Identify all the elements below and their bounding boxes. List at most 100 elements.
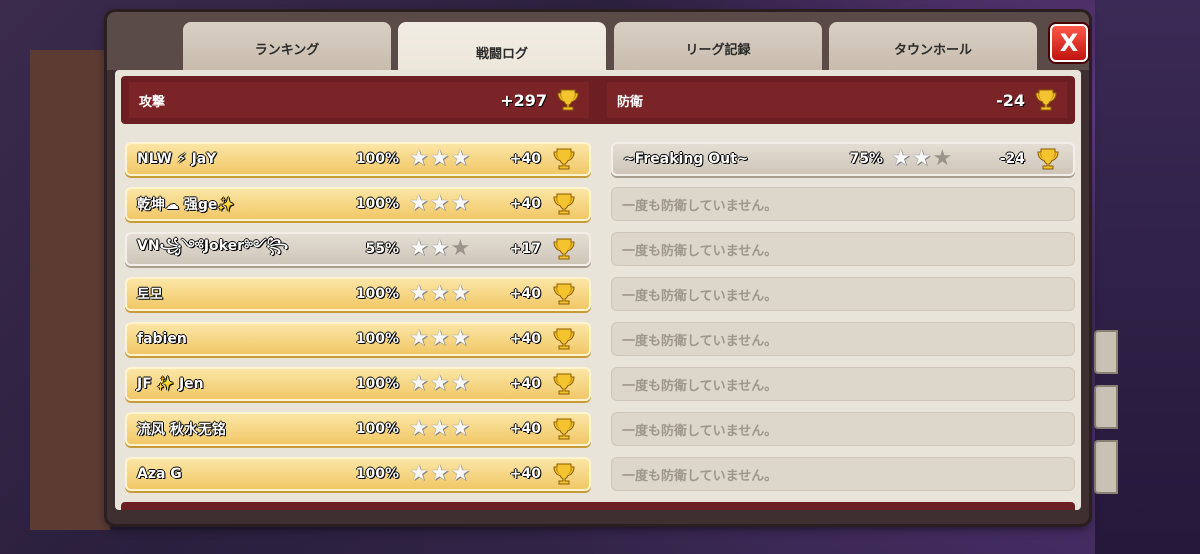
battle-log-content: 攻撃 +297 防衛 -24 NLW ⚡ JaY 100% ★ ★ ★ +40 乾坤☁ 强g… (115, 70, 1081, 510)
star-icon: ★ (409, 191, 429, 216)
defense-summary: 防衛 -24 (607, 82, 1067, 118)
star-icon: ★ (409, 371, 429, 396)
attack-row[interactable]: 流风 秋水无铭 100% ★ ★ ★ +40 (125, 412, 591, 446)
attack-row[interactable]: VN꧁༺Joker༻꧂ 55% ★ ★ ★ +17 (125, 232, 591, 266)
star-icon: ★ (450, 146, 471, 171)
star-icon: ★ (429, 236, 450, 261)
trophy-icon (1037, 147, 1059, 171)
attack-row[interactable]: NLW ⚡ JaY 100% ★ ★ ★ +40 (125, 142, 591, 176)
star-icon: ★ (409, 461, 429, 486)
star-rating: ★ ★ ★ (409, 148, 470, 170)
star-icon: ★ (409, 146, 429, 171)
trophy-change: +40 (509, 466, 541, 482)
attacker-name: JF ✨ Jen (137, 376, 204, 392)
trophy-icon (553, 327, 575, 351)
attack-row[interactable]: JF ✨ Jen 100% ★ ★ ★ +40 (125, 367, 591, 401)
star-icon: ★ (450, 416, 471, 441)
star-icon: ★ (429, 416, 450, 441)
no-defense-text: 一度も防衛していません。 (622, 333, 778, 349)
defense-row-empty: 一度も防衛していません。 (611, 457, 1075, 491)
trophy-icon (553, 237, 575, 261)
trophy-change: +40 (509, 421, 541, 437)
star-icon: ★ (450, 461, 471, 486)
star-icon: ★ (409, 416, 429, 441)
attack-row[interactable]: Aza G 100% ★ ★ ★ +40 (125, 457, 591, 491)
star-icon: ★ (429, 281, 450, 306)
attack-summary-value: +297 (500, 90, 547, 110)
no-defense-text: 一度も防衛していません。 (622, 468, 778, 484)
star-rating: ★ ★ ★ (409, 373, 470, 395)
star-rating: ★ ★ ★ (891, 148, 952, 170)
tab-ranking[interactable]: ランキング (183, 22, 391, 74)
attack-row[interactable]: fabien 100% ★ ★ ★ +40 (125, 322, 591, 356)
star-rating: ★ ★ ★ (409, 238, 470, 260)
summary-bar: 攻撃 +297 防衛 -24 (121, 76, 1075, 124)
destruction-percent: 100% (355, 286, 399, 302)
star-rating: ★ ★ ★ (409, 328, 470, 350)
attacker-name: NLW ⚡ JaY (137, 151, 217, 167)
attacker-name: 流风 秋水无铭 (137, 422, 226, 438)
star-icon: ★ (409, 236, 429, 261)
star-icon: ★ (450, 281, 471, 306)
no-defense-text: 一度も防衛していません。 (622, 243, 778, 259)
defense-row-empty: 一度も防衛していません。 (611, 187, 1075, 221)
attacker-name: fabien (137, 331, 187, 347)
star-icon: ★ (450, 371, 471, 396)
attack-row[interactable]: 토모 100% ★ ★ ★ +40 (125, 277, 591, 311)
star-rating: ★ ★ ★ (409, 463, 470, 485)
star-rating: ★ ★ ★ (409, 283, 470, 305)
trophy-change: +40 (509, 331, 541, 347)
defense-row-empty: 一度も防衛していません。 (611, 367, 1075, 401)
trophy-icon (1035, 88, 1057, 112)
bottom-divider (121, 502, 1075, 510)
background-wall (30, 50, 110, 530)
no-defense-text: 一度も防衛していません。 (622, 423, 778, 439)
destruction-percent: 100% (355, 466, 399, 482)
trophy-icon (553, 147, 575, 171)
destruction-percent: 100% (355, 196, 399, 212)
star-icon: ★ (429, 146, 450, 171)
defense-summary-label: 防衛 (617, 94, 644, 110)
defense-row-empty: 一度も防衛していません。 (611, 277, 1075, 311)
trophy-change: +40 (509, 151, 541, 167)
attacker-name: 乾坤☁ 强ge✨ (137, 197, 235, 213)
tab-town-hall[interactable]: タウンホール (829, 22, 1037, 74)
attacker-name: VN꧁༺Joker༻꧂ (137, 238, 289, 254)
trophy-change: +40 (509, 376, 541, 392)
trophy-change: -24 (999, 151, 1025, 167)
star-icon: ★ (409, 326, 429, 351)
star-icon: ★ (450, 236, 471, 261)
trophy-icon (553, 462, 575, 486)
close-button[interactable]: X (1050, 24, 1088, 62)
side-next-button[interactable] (1094, 440, 1118, 494)
attacker-name: Aza G (137, 466, 182, 482)
star-icon: ★ (450, 326, 471, 351)
defense-row-empty: 一度も防衛していません。 (611, 322, 1075, 356)
star-icon: ★ (429, 461, 450, 486)
attacker-name: 토모 (137, 287, 163, 303)
side-settings-button[interactable] (1094, 385, 1118, 429)
star-rating: ★ ★ ★ (409, 418, 470, 440)
star-icon: ★ (932, 146, 953, 171)
star-icon: ★ (409, 281, 429, 306)
side-shop-button[interactable] (1094, 330, 1118, 374)
trophy-change: +40 (509, 286, 541, 302)
attack-summary-label: 攻撃 (139, 94, 166, 110)
defense-row[interactable]: ~Freaking Out~ 75% ★ ★ ★ -24 (611, 142, 1075, 176)
destruction-percent: 100% (355, 151, 399, 167)
star-rating: ★ ★ ★ (409, 193, 470, 215)
star-icon: ★ (450, 191, 471, 216)
no-defense-text: 一度も防衛していません。 (622, 198, 778, 214)
destruction-percent: 100% (355, 376, 399, 392)
destruction-percent: 100% (355, 331, 399, 347)
star-icon: ★ (429, 326, 450, 351)
trophy-icon (553, 192, 575, 216)
tab-league-record[interactable]: リーグ記録 (614, 22, 822, 74)
defense-summary-value: -24 (996, 90, 1025, 110)
attack-summary: 攻撃 +297 (129, 82, 589, 118)
attack-row[interactable]: 乾坤☁ 强ge✨ 100% ★ ★ ★ +40 (125, 187, 591, 221)
star-icon: ★ (429, 371, 450, 396)
star-icon: ★ (891, 146, 911, 171)
trophy-change: +17 (509, 241, 541, 257)
trophy-icon (553, 372, 575, 396)
